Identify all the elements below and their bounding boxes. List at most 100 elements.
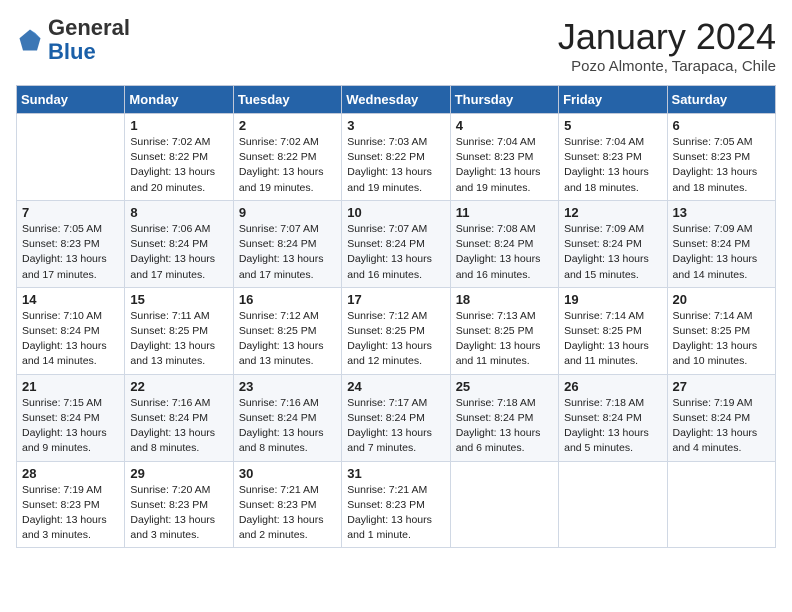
- col-header-thursday: Thursday: [450, 86, 558, 114]
- day-detail: Sunrise: 7:15 AM Sunset: 8:24 PM Dayligh…: [22, 396, 119, 457]
- day-number: 22: [130, 379, 227, 394]
- day-detail: Sunrise: 7:08 AM Sunset: 8:24 PM Dayligh…: [456, 222, 553, 283]
- day-number: 21: [22, 379, 119, 394]
- day-cell: 28Sunrise: 7:19 AM Sunset: 8:23 PM Dayli…: [17, 461, 125, 548]
- day-detail: Sunrise: 7:18 AM Sunset: 8:24 PM Dayligh…: [456, 396, 553, 457]
- day-detail: Sunrise: 7:07 AM Sunset: 8:24 PM Dayligh…: [239, 222, 336, 283]
- day-number: 25: [456, 379, 553, 394]
- logo: General Blue: [16, 16, 130, 64]
- day-detail: Sunrise: 7:18 AM Sunset: 8:24 PM Dayligh…: [564, 396, 661, 457]
- day-cell: 8 Sunrise: 7:06 AM Sunset: 8:24 PM Daylig…: [125, 200, 233, 287]
- day-detail: Sunrise: 7:09 AM Sunset: 8:24 PM Dayligh…: [564, 222, 661, 283]
- week-row-4: 21 Sunrise: 7:15 AM Sunset: 8:24 PM Dayli…: [17, 374, 776, 461]
- week-row-3: 14Sunrise: 7:10 AM Sunset: 8:24 PM Dayli…: [17, 287, 776, 374]
- day-cell: 11 Sunrise: 7:08 AM Sunset: 8:24 PM Dayli…: [450, 200, 558, 287]
- day-number: 19: [564, 292, 661, 307]
- logo-general-text: General: [48, 15, 130, 40]
- calendar-header-row: SundayMondayTuesdayWednesdayThursdayFrid…: [17, 86, 776, 114]
- calendar-body: 1Sunrise: 7:02 AM Sunset: 8:22 PM Daylig…: [17, 114, 776, 548]
- day-cell: 5 Sunrise: 7:04 AM Sunset: 8:23 PM Daylig…: [559, 114, 667, 201]
- day-number: 7: [22, 205, 119, 220]
- day-number: 5: [564, 118, 661, 133]
- week-row-5: 28Sunrise: 7:19 AM Sunset: 8:23 PM Dayli…: [17, 461, 776, 548]
- day-number: 13: [673, 205, 770, 220]
- day-cell: 7 Sunrise: 7:05 AM Sunset: 8:23 PM Daylig…: [17, 200, 125, 287]
- day-detail: Sunrise: 7:19 AM Sunset: 8:24 PM Dayligh…: [673, 396, 770, 457]
- day-cell: 25 Sunrise: 7:18 AM Sunset: 8:24 PM Dayli…: [450, 374, 558, 461]
- day-number: 15: [130, 292, 227, 307]
- day-cell: 30Sunrise: 7:21 AM Sunset: 8:23 PM Dayli…: [233, 461, 341, 548]
- day-detail: Sunrise: 7:16 AM Sunset: 8:24 PM Dayligh…: [239, 396, 336, 457]
- day-detail: Sunrise: 7:12 AM Sunset: 8:25 PM Dayligh…: [239, 309, 336, 370]
- day-cell: 31 Sunrise: 7:21 AM Sunset: 8:23 PM Dayli…: [342, 461, 450, 548]
- day-cell: [559, 461, 667, 548]
- day-detail: Sunrise: 7:13 AM Sunset: 8:25 PM Dayligh…: [456, 309, 553, 370]
- day-cell: 10Sunrise: 7:07 AM Sunset: 8:24 PM Dayli…: [342, 200, 450, 287]
- day-detail: Sunrise: 7:02 AM Sunset: 8:22 PM Dayligh…: [239, 135, 336, 196]
- day-number: 31: [347, 466, 444, 481]
- day-detail: Sunrise: 7:14 AM Sunset: 8:25 PM Dayligh…: [673, 309, 770, 370]
- day-number: 26: [564, 379, 661, 394]
- day-number: 27: [673, 379, 770, 394]
- day-cell: 27 Sunrise: 7:19 AM Sunset: 8:24 PM Dayli…: [667, 374, 775, 461]
- day-number: 17: [347, 292, 444, 307]
- col-header-tuesday: Tuesday: [233, 86, 341, 114]
- day-number: 16: [239, 292, 336, 307]
- day-cell: 2 Sunrise: 7:02 AM Sunset: 8:22 PM Daylig…: [233, 114, 341, 201]
- day-number: 2: [239, 118, 336, 133]
- col-header-saturday: Saturday: [667, 86, 775, 114]
- title-area: January 2024 Pozo Almonte, Tarapaca, Chi…: [558, 16, 776, 75]
- day-detail: Sunrise: 7:12 AM Sunset: 8:25 PM Dayligh…: [347, 309, 444, 370]
- day-detail: Sunrise: 7:17 AM Sunset: 8:24 PM Dayligh…: [347, 396, 444, 457]
- day-detail: Sunrise: 7:16 AM Sunset: 8:24 PM Dayligh…: [130, 396, 227, 457]
- day-detail: Sunrise: 7:03 AM Sunset: 8:22 PM Dayligh…: [347, 135, 444, 196]
- day-detail: Sunrise: 7:09 AM Sunset: 8:24 PM Dayligh…: [673, 222, 770, 283]
- day-number: 18: [456, 292, 553, 307]
- day-detail: Sunrise: 7:07 AM Sunset: 8:24 PM Dayligh…: [347, 222, 444, 283]
- day-detail: Sunrise: 7:04 AM Sunset: 8:23 PM Dayligh…: [564, 135, 661, 196]
- location: Pozo Almonte, Tarapaca, Chile: [558, 58, 776, 75]
- day-cell: 24 Sunrise: 7:17 AM Sunset: 8:24 PM Dayli…: [342, 374, 450, 461]
- day-cell: 26 Sunrise: 7:18 AM Sunset: 8:24 PM Dayli…: [559, 374, 667, 461]
- day-detail: Sunrise: 7:14 AM Sunset: 8:25 PM Dayligh…: [564, 309, 661, 370]
- day-number: 14: [22, 292, 119, 307]
- day-detail: Sunrise: 7:05 AM Sunset: 8:23 PM Dayligh…: [22, 222, 119, 283]
- day-cell: 18 Sunrise: 7:13 AM Sunset: 8:25 PM Dayli…: [450, 287, 558, 374]
- day-cell: 23 Sunrise: 7:16 AM Sunset: 8:24 PM Dayli…: [233, 374, 341, 461]
- week-row-2: 7 Sunrise: 7:05 AM Sunset: 8:23 PM Daylig…: [17, 200, 776, 287]
- day-detail: Sunrise: 7:11 AM Sunset: 8:25 PM Dayligh…: [130, 309, 227, 370]
- day-number: 8: [130, 205, 227, 220]
- day-cell: 17 Sunrise: 7:12 AM Sunset: 8:25 PM Dayli…: [342, 287, 450, 374]
- day-cell: 9Sunrise: 7:07 AM Sunset: 8:24 PM Daylig…: [233, 200, 341, 287]
- header: General Blue January 2024 Pozo Almonte, …: [16, 16, 776, 75]
- day-number: 4: [456, 118, 553, 133]
- day-cell: 6 Sunrise: 7:05 AM Sunset: 8:23 PM Daylig…: [667, 114, 775, 201]
- day-number: 23: [239, 379, 336, 394]
- day-cell: 19 Sunrise: 7:14 AM Sunset: 8:25 PM Dayli…: [559, 287, 667, 374]
- day-number: 6: [673, 118, 770, 133]
- day-number: 3: [347, 118, 444, 133]
- logo-blue-text: Blue: [48, 39, 96, 64]
- day-cell: 1Sunrise: 7:02 AM Sunset: 8:22 PM Daylig…: [125, 114, 233, 201]
- day-cell: 13 Sunrise: 7:09 AM Sunset: 8:24 PM Dayli…: [667, 200, 775, 287]
- col-header-wednesday: Wednesday: [342, 86, 450, 114]
- day-detail: Sunrise: 7:06 AM Sunset: 8:24 PM Dayligh…: [130, 222, 227, 283]
- col-header-monday: Monday: [125, 86, 233, 114]
- day-number: 20: [673, 292, 770, 307]
- col-header-friday: Friday: [559, 86, 667, 114]
- day-cell: 22 Sunrise: 7:16 AM Sunset: 8:24 PM Dayli…: [125, 374, 233, 461]
- day-number: 11: [456, 205, 553, 220]
- day-cell: 12 Sunrise: 7:09 AM Sunset: 8:24 PM Dayli…: [559, 200, 667, 287]
- day-number: 29: [130, 466, 227, 481]
- day-detail: Sunrise: 7:21 AM Sunset: 8:23 PM Dayligh…: [239, 483, 336, 544]
- day-detail: Sunrise: 7:05 AM Sunset: 8:23 PM Dayligh…: [673, 135, 770, 196]
- logo-icon: [16, 26, 44, 54]
- day-cell: 29Sunrise: 7:20 AM Sunset: 8:23 PM Dayli…: [125, 461, 233, 548]
- day-number: 24: [347, 379, 444, 394]
- day-detail: Sunrise: 7:21 AM Sunset: 8:23 PM Dayligh…: [347, 483, 444, 544]
- calendar-table: SundayMondayTuesdayWednesdayThursdayFrid…: [16, 85, 776, 548]
- day-cell: [450, 461, 558, 548]
- day-number: 12: [564, 205, 661, 220]
- day-number: 28: [22, 466, 119, 481]
- week-row-1: 1Sunrise: 7:02 AM Sunset: 8:22 PM Daylig…: [17, 114, 776, 201]
